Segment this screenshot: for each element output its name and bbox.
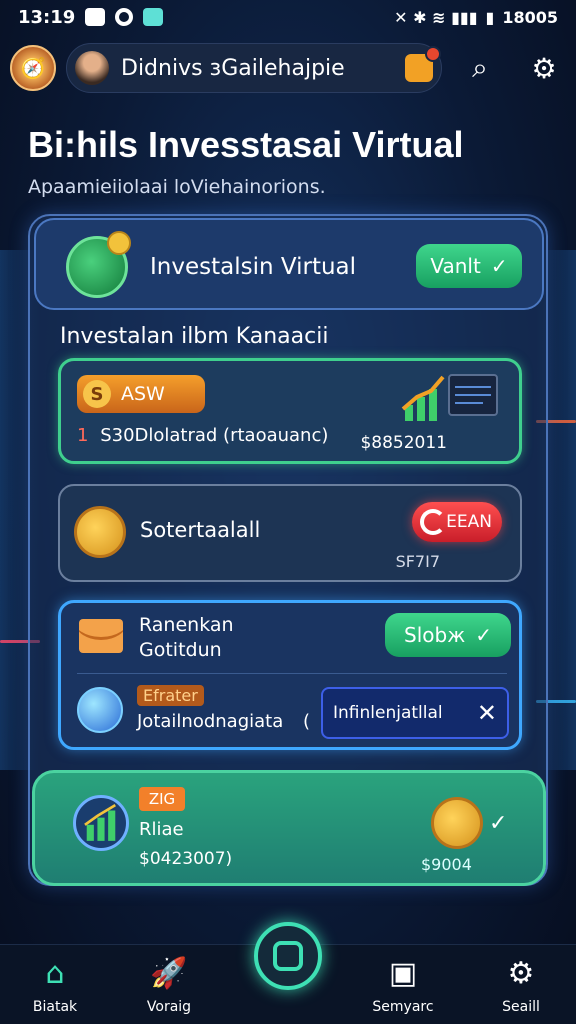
small-coin-icon: [107, 231, 131, 255]
card1-description: 1 S30Dlolatrad (rtaoauanc): [77, 425, 328, 446]
top-card-label: Investalsin Virtual: [150, 254, 357, 280]
card2-small-text: SF7I7: [395, 552, 440, 571]
nav-label: Biatak: [32, 999, 78, 1015]
card3-text: Jotailnodnagiata (: [137, 711, 310, 732]
card2-label: Sotertaalall: [140, 518, 261, 542]
app-icon: [143, 8, 164, 26]
card3-title-line2: Gotitdun: [139, 639, 222, 661]
dollar-coin-icon[interactable]: [431, 797, 483, 849]
search-text: Didnivs зGailehajpie: [121, 55, 345, 81]
search-bar[interactable]: Didnivs зGailehajpie: [66, 43, 442, 93]
gold-coin-icon: [74, 506, 126, 558]
card4-tag: ZIG: [139, 787, 185, 811]
card3-tag: Efrater: [137, 685, 204, 706]
card4-amount: $0423007): [139, 849, 233, 869]
dollar-icon: S: [83, 380, 111, 408]
investment-card-4[interactable]: ZIG Rliae $0423007) ✓ $9004: [32, 770, 546, 886]
top-card-button-label: Vanlt: [430, 254, 481, 278]
check-icon[interactable]: ✓: [489, 811, 507, 836]
status-time: 13:19: [18, 6, 76, 28]
card3-input-field[interactable]: Infinlenjatllal ✕: [321, 687, 509, 739]
nav-item-settings[interactable]: ⚙ Seaill: [476, 955, 566, 1016]
card3-paren: (: [302, 711, 311, 732]
app-logo-icon[interactable]: 🧭: [10, 45, 56, 91]
card1-amount: $8852011: [360, 433, 447, 453]
card1-number: 1: [77, 425, 89, 446]
growth-chart-icon: [401, 374, 498, 421]
status-bar: 13:19 ✕ ✱ ≋ ▮▮▮ ▮ 18005: [0, 0, 576, 34]
investment-card-2[interactable]: Sotertaalall EEAN SF7I7: [58, 484, 522, 582]
card3-title-line1: Ranenkan: [139, 614, 234, 636]
mail-icon: [79, 619, 123, 653]
card3-button[interactable]: Slobж ✓: [385, 613, 511, 657]
app-header: 🧭 Didnivs зGailehajpie ⌕ ⚙: [0, 40, 576, 96]
asw-badge: S ASW: [77, 375, 205, 413]
home-icon: ⌂: [45, 955, 65, 991]
notification-icon[interactable]: [405, 46, 441, 82]
page-subtitle: Apaamieiiolaai loViehainorions.: [28, 176, 326, 198]
card1-desc-text: S30Dlolatrad (rtaoauanc): [100, 425, 329, 446]
card3-input-value: Infinlenjatllal: [333, 703, 443, 723]
top-card-button[interactable]: Vanlt ✓: [416, 244, 522, 288]
user-avatar[interactable]: [75, 51, 109, 85]
nav-item-rocket[interactable]: 🚀 Voraig: [124, 955, 214, 1016]
card2-button-label: EEAN: [446, 512, 492, 532]
circle-icon: [115, 8, 134, 26]
divider: [77, 673, 507, 674]
status-right-text: 18005: [502, 7, 558, 27]
notification-dot: [425, 46, 441, 62]
investment-card-1[interactable]: S ASW 1 S30Dlolatrad (rtaoauanc) $885201…: [58, 358, 522, 464]
settings-icon[interactable]: ⚙: [524, 48, 564, 88]
gear-icon: ⚙: [507, 955, 535, 991]
investment-card-3[interactable]: Ranenkan Gotitdun Slobж ✓ Efrater Jotail…: [58, 600, 522, 750]
check-icon: ✓: [490, 254, 508, 278]
nav-item-home[interactable]: ⌂ Biatak: [10, 955, 100, 1016]
message-icon: [85, 8, 106, 26]
page-title: Bi:hils Invesstasai Virtual: [28, 124, 464, 165]
refresh-icon: [420, 509, 446, 535]
search-icon[interactable]: ⌕: [460, 48, 500, 88]
battery-icon: ▮: [485, 7, 495, 27]
gem-icon: [77, 687, 123, 733]
investment-coin-icon: [66, 231, 131, 298]
main-panel: Investalsin Virtual Vanlt ✓ Investalan i…: [28, 214, 548, 886]
card3-text-value: Jotailnodnagiata: [137, 711, 284, 732]
bar-chart-icon: [73, 795, 129, 851]
nav-item-bag[interactable]: ▣ Semyarc: [358, 955, 448, 1016]
section-title: Investalan ilbm Kanaacii: [60, 324, 329, 349]
center-action-button[interactable]: [254, 922, 322, 990]
check-icon: ✓: [475, 623, 492, 647]
card3-title: Ranenkan Gotitdun: [139, 613, 234, 663]
app-square-icon: [273, 941, 303, 971]
nav-label: Seaill: [502, 999, 540, 1015]
nav-label: Semyarc: [372, 999, 434, 1015]
close-icon[interactable]: ✕: [477, 699, 497, 727]
card4-coin-amount: $9004: [421, 855, 472, 874]
card3-button-label: Slobж: [404, 623, 466, 647]
card4-label: Rliae: [139, 819, 184, 840]
signal-icon: ✕ ✱ ≋ ▮▮▮: [394, 7, 478, 27]
card2-toggle-button[interactable]: EEAN: [412, 502, 502, 542]
badge-label: ASW: [121, 383, 165, 405]
bag-icon: ▣: [388, 955, 418, 991]
rocket-icon: 🚀: [150, 955, 188, 991]
nav-label: Voraig: [146, 999, 192, 1015]
virtual-investment-card[interactable]: Investalsin Virtual Vanlt ✓: [34, 218, 544, 310]
